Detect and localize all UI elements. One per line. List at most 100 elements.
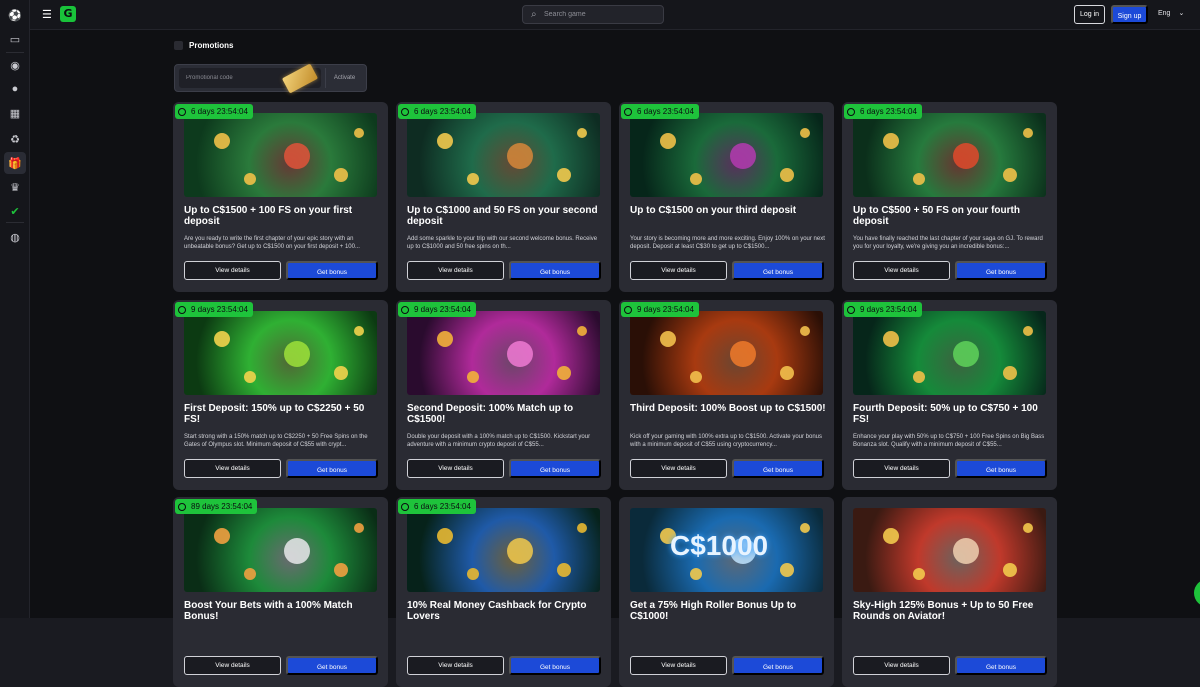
countdown-text: 6 days 23:54:04 [414,502,471,511]
promo-image[interactable] [184,113,377,197]
get-bonus-button[interactable]: Get bonus [509,656,601,675]
view-details-button[interactable]: View details [630,656,727,675]
promo-card[interactable]: 9 days 23:54:04 Third Deposit: 100% Boost… [619,300,834,490]
coin-graphic [557,168,571,182]
decor-graphic [730,341,756,367]
clock-icon [401,502,409,511]
promo-card[interactable]: 6 days 23:54:04 Up to C$1000 and 50 FS on… [396,102,611,292]
promo-title: Up to C$1000 and 50 FS on your second de… [407,205,598,227]
clock-icon [624,107,632,116]
countdown-text: 9 days 23:54:04 [414,305,471,314]
promo-image[interactable] [853,113,1046,197]
countdown-text: 9 days 23:54:04 [637,305,694,314]
casino-chip-icon[interactable]: ◉ [8,58,22,72]
promo-card[interactable]: C$1000 Get a 75% High Roller Bonus Up to … [619,497,834,687]
promo-image[interactable] [184,508,377,592]
get-bonus-button[interactable]: Get bonus [286,459,378,478]
promo-image[interactable] [853,508,1046,592]
promo-image[interactable] [853,311,1046,395]
get-bonus-button[interactable]: Get bonus [732,656,824,675]
promo-image[interactable] [407,508,600,592]
clock-icon [401,305,409,314]
promo-card[interactable]: 9 days 23:54:04 First Deposit: 150% up to… [173,300,388,490]
view-details-button[interactable]: View details [184,261,281,280]
view-details-button[interactable]: View details [407,261,504,280]
page-title: Promotions [174,41,233,50]
site-logo[interactable]: G [60,6,76,22]
promo-image[interactable] [407,113,600,197]
promo-title: Get a 75% High Roller Bonus Up to C$1000… [630,600,797,622]
promo-image[interactable] [630,113,823,197]
coin-graphic [780,168,794,182]
slots-icon[interactable]: ♻ [8,132,22,146]
get-bonus-button[interactable]: Get bonus [286,261,378,280]
view-details-button[interactable]: View details [407,459,504,478]
get-bonus-button[interactable]: Get bonus [732,459,824,478]
grid-icon[interactable]: ▦ [8,106,22,120]
promo-card[interactable]: Sky-High 125% Bonus + Up to 50 Free Roun… [842,497,1057,687]
gift-icon[interactable]: 🎁 [4,152,26,174]
globe-icon[interactable]: ◍ [8,230,22,244]
signup-button[interactable]: Sign up [1111,5,1148,24]
decor-graphic [577,128,587,138]
trophy-icon[interactable]: ♛ [8,180,22,194]
promo-image[interactable]: C$1000 [630,508,823,592]
get-bonus-button[interactable]: Get bonus [509,261,601,280]
coin-graphic [1003,563,1017,577]
promo-card[interactable]: 89 days 23:54:04 Boost Your Bets with a 1… [173,497,388,687]
soccer-icon[interactable]: ⚽ [8,8,22,22]
get-bonus-button[interactable]: Get bonus [955,261,1047,280]
promo-title: Sky-High 125% Bonus + Up to 50 Free Roun… [853,600,1034,622]
decor-graphic [577,523,587,533]
page-title-text: Promotions [189,41,234,50]
view-details-button[interactable]: View details [630,261,727,280]
search-bar[interactable]: ⌕ [522,5,664,24]
promo-card[interactable]: 6 days 23:54:04 Up to C$1500 on your thir… [619,102,834,292]
search-input[interactable] [544,8,654,21]
activate-button[interactable]: Activate [325,68,363,88]
promo-image[interactable] [630,311,823,395]
get-bonus-button[interactable]: Get bonus [286,656,378,675]
promo-title: 10% Real Money Cashback for Crypto Lover… [407,600,587,622]
promo-card[interactable]: 6 days 23:54:04 Up to C$500 + 50 FS on yo… [842,102,1057,292]
decor-graphic [507,538,533,564]
promo-card[interactable]: 6 days 23:54:04 Up to C$1500 + 100 FS on … [173,102,388,292]
support-chat-button[interactable]: ☏ [1194,579,1200,607]
view-details-button[interactable]: View details [407,656,504,675]
get-bonus-button[interactable]: Get bonus [955,459,1047,478]
decor-graphic [660,133,676,149]
view-details-button[interactable]: View details [853,656,950,675]
get-bonus-button[interactable]: Get bonus [955,656,1047,675]
countdown-badge: 9 days 23:54:04 [175,302,253,317]
get-bonus-button[interactable]: Get bonus [509,459,601,478]
promo-description: Enhance your play with 50% up to C$750 +… [853,434,1045,448]
promo-image-text: C$1000 [670,530,769,561]
bomb-icon[interactable]: ● [8,82,22,96]
view-details-button[interactable]: View details [853,459,950,478]
decor-graphic [883,133,899,149]
decor-graphic [284,341,310,367]
promo-card[interactable]: 9 days 23:54:04 Fourth Deposit: 50% up to… [842,300,1057,490]
view-details-button[interactable]: View details [630,459,727,478]
coin-graphic [780,563,794,577]
coin-graphic [244,173,256,185]
countdown-badge: 6 days 23:54:04 [175,104,253,119]
language-selector[interactable]: Eng ⌄ [1158,9,1184,17]
promo-description: Start strong with a 150% match up to C$2… [184,434,368,448]
check-badge-icon[interactable]: ✔ [8,204,22,218]
decor-graphic [507,143,533,169]
view-details-button[interactable]: View details [184,459,281,478]
live-icon[interactable]: ▭ [8,32,22,46]
decor-graphic [437,528,453,544]
get-bonus-button[interactable]: Get bonus [732,261,824,280]
countdown-badge: 9 days 23:54:04 [621,302,699,317]
view-details-button[interactable]: View details [184,656,281,675]
promo-card[interactable]: 6 days 23:54:04 10% Real Money Cashback f… [396,497,611,687]
promo-image[interactable] [407,311,600,395]
promo-card[interactable]: 9 days 23:54:04 Second Deposit: 100% Matc… [396,300,611,490]
coin-graphic [467,371,479,383]
menu-toggle-icon[interactable]: ☰ [42,9,54,21]
promo-image[interactable] [184,311,377,395]
view-details-button[interactable]: View details [853,261,950,280]
login-button[interactable]: Log in [1074,5,1105,24]
